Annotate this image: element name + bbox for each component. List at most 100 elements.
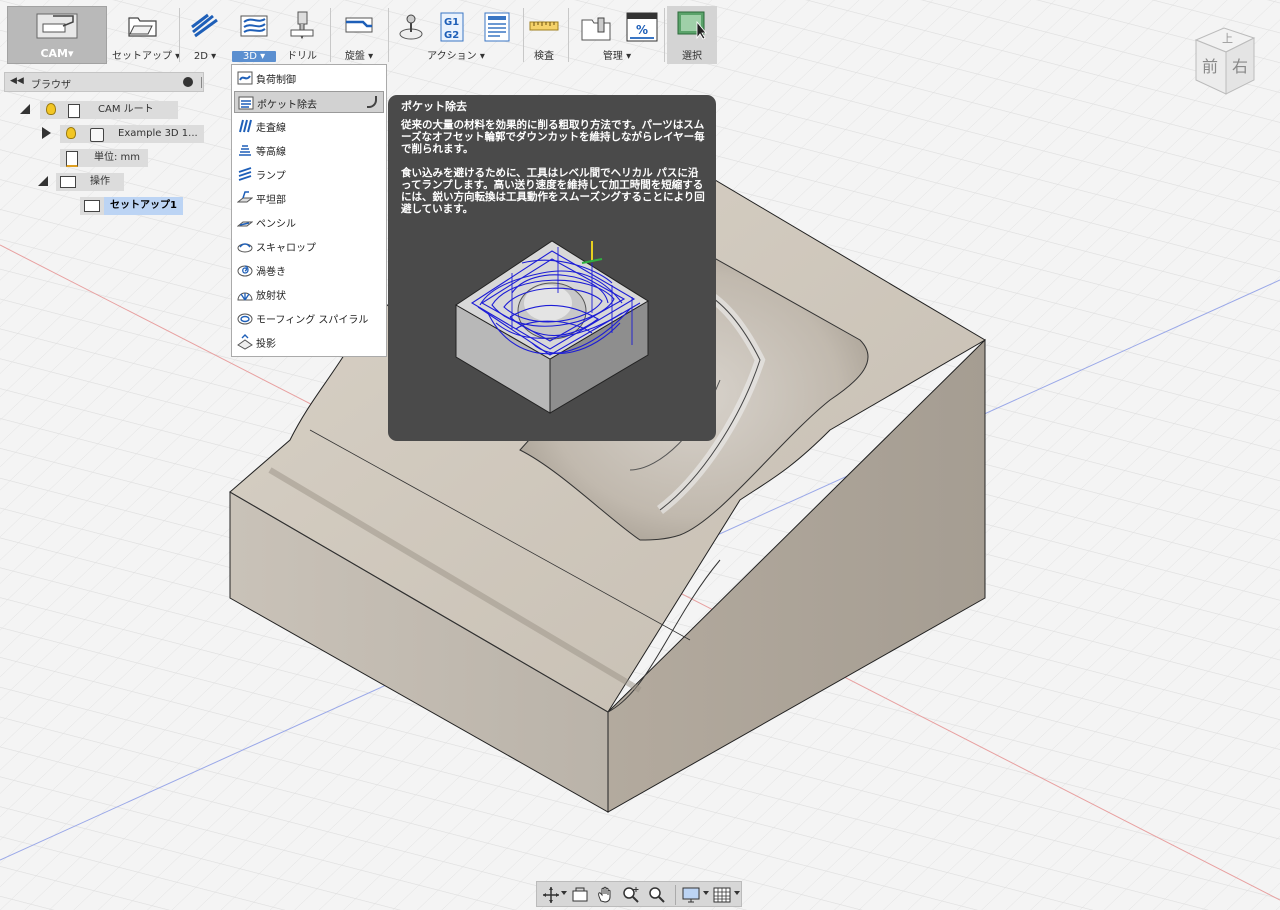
tree-node-cam-root[interactable]: CAM ルート — [20, 100, 190, 120]
collapse-triangle-icon[interactable] — [38, 176, 48, 186]
3d-label: 3D ▾ — [232, 51, 276, 62]
menu-item-radial[interactable]: 放射状 — [234, 283, 384, 305]
orbit-icon[interactable] — [541, 885, 561, 905]
simulate-joystick-icon — [399, 14, 423, 40]
3d-toolpath-icon — [240, 15, 268, 37]
viewcube-front-label: 前 — [1202, 57, 1218, 76]
select-cursor-icon — [677, 11, 707, 40]
cam-toolbar: CAM▾ セットアップ ▾ 2D ▾ 3D ▾ ドリル 旋盤 ▾ G1 G2 ア… — [0, 0, 720, 64]
look-at-icon[interactable] — [570, 885, 590, 905]
lathe-label: 旋盤 ▾ — [344, 51, 374, 62]
toolbar-divider — [568, 8, 569, 62]
menu-item-project[interactable]: 投影 — [234, 331, 384, 353]
expand-triangle-icon[interactable] — [42, 127, 51, 139]
pocket-toolpath-illustration — [455, 240, 649, 414]
tree-chip: 操作 — [56, 173, 124, 191]
toolbar-divider — [179, 8, 180, 62]
2d-menu-button[interactable]: 2D ▾ — [182, 6, 228, 64]
grid-settings-icon[interactable] — [712, 885, 732, 905]
post-process-gcode-icon: G1 G2 — [440, 12, 464, 42]
visibility-bulb-icon[interactable] — [66, 127, 76, 139]
tree-node-setup1[interactable]: セットアップ1 — [80, 196, 183, 216]
svg-text:%: % — [636, 23, 648, 37]
tree-label: 操作 — [90, 176, 110, 187]
menu-item-adaptive-clearing[interactable]: 負荷制御 — [234, 67, 384, 89]
actions-menu-button[interactable]: G1 G2 アクション ▾ — [392, 6, 520, 64]
menu-label: 投影 — [256, 339, 276, 350]
tree-chip: Example 3D 1... — [60, 125, 204, 143]
menu-item-ramp[interactable]: ランプ — [234, 163, 384, 185]
select-button[interactable]: 選択 — [667, 6, 717, 64]
tree-chip: 単位: mm — [60, 149, 148, 167]
svg-text:G1: G1 — [444, 17, 459, 28]
menu-item-pocket-clearing[interactable]: ポケット除去 — [234, 91, 384, 113]
viewport-navigation-bar — [536, 881, 742, 907]
menu-item-spiral[interactable]: 渦巻き — [234, 259, 384, 281]
browser-collapse-icon[interactable]: ◀◀ — [10, 76, 24, 86]
pocket-clearing-tooltip: ポケット除去 従来の大量の材料を効果的に削る粗取り方法です。パーツはスムーズなオ… — [388, 95, 716, 441]
menu-label: 放射状 — [256, 291, 286, 302]
manage-menu-button[interactable]: % 管理 ▾ — [572, 6, 662, 64]
tree-node-model[interactable]: Example 3D 1... — [40, 124, 210, 144]
select-label: 選択 — [682, 51, 702, 62]
toolbar-divider — [523, 8, 524, 62]
2d-label: 2D ▾ — [193, 51, 217, 62]
actions-label: アクション ▾ — [427, 51, 485, 62]
collapse-triangle-icon[interactable] — [20, 104, 30, 114]
horizontal-icon — [237, 191, 253, 203]
grid-dropdown-icon[interactable] — [734, 891, 740, 895]
cam-root-icon — [68, 104, 80, 118]
toolbar-divider — [330, 8, 331, 62]
2d-toolpath-icon — [191, 13, 218, 38]
setup-sheet-icon — [484, 12, 510, 42]
parallel-icon — [239, 119, 252, 133]
workspace-switcher-button[interactable]: CAM▾ — [7, 6, 107, 64]
toolbar-divider — [388, 8, 389, 62]
menu-label: ポケット除去 — [257, 100, 317, 111]
tree-label: CAM ルート — [98, 104, 154, 115]
viewcube-top-label: 上 — [1222, 32, 1233, 45]
tree-node-operations[interactable]: 操作 — [38, 172, 168, 192]
inspect-button[interactable]: 検査 — [526, 6, 562, 64]
display-dropdown-icon[interactable] — [703, 891, 709, 895]
menu-label: スキャロップ — [256, 243, 316, 254]
tooltip-paragraph: 食い込みを避けるために、工具はレベル間でヘリカル パスに沿ってランプします。高い… — [401, 167, 705, 215]
project-icon — [237, 334, 253, 350]
toolbar-divider — [664, 8, 665, 62]
menu-item-scallop[interactable]: スキャロップ — [234, 235, 384, 257]
3d-menu-button[interactable]: 3D ▾ — [230, 6, 278, 64]
menu-label: 負荷制御 — [256, 75, 296, 86]
zoom-icon[interactable] — [621, 885, 641, 905]
menu-item-parallel[interactable]: 走査線 — [234, 115, 384, 137]
menu-item-contour[interactable]: 等高線 — [234, 139, 384, 161]
post-library-icon: % — [626, 12, 658, 42]
tooltip-paragraph: 従来の大量の材料を効果的に削る粗取り方法です。パーツはスムーズなオフセット輪郭で… — [401, 119, 705, 155]
morphed-spiral-icon — [237, 313, 253, 325]
view-cube[interactable]: 上 前 右 — [1188, 22, 1264, 102]
menu-item-horizontal[interactable]: 平坦部 — [234, 187, 384, 209]
menu-item-pencil[interactable]: ペンシル — [234, 211, 384, 233]
tooltip-description: 従来の大量の材料を効果的に削る粗取り方法です。パーツはスムーズなオフセット輪郭で… — [401, 119, 705, 227]
browser-resize-grip[interactable] — [201, 77, 202, 88]
adaptive-clearing-icon — [237, 71, 253, 85]
orbit-dropdown-icon[interactable] — [561, 891, 567, 895]
tree-node-units[interactable]: 単位: mm — [60, 148, 190, 168]
display-settings-icon[interactable] — [681, 885, 701, 905]
drill-button[interactable]: ドリル — [280, 6, 324, 64]
browser-close-icon[interactable] — [183, 77, 193, 87]
setup-label: セットアップ ▾ — [112, 51, 181, 62]
menu-item-morphed-spiral[interactable]: モーフィング スパイラル — [234, 307, 384, 329]
visibility-bulb-icon[interactable] — [46, 103, 56, 115]
menu-label: ランプ — [256, 171, 286, 182]
fit-window-icon[interactable] — [647, 885, 667, 905]
lathe-menu-button[interactable]: 旋盤 ▾ — [334, 6, 384, 64]
setup-menu-button[interactable]: セットアップ ▾ — [112, 6, 181, 64]
tree-label-selected: セットアップ1 — [104, 197, 183, 215]
pan-hand-icon[interactable] — [595, 885, 615, 905]
radial-icon — [237, 292, 253, 301]
inspect-label: 検査 — [534, 51, 554, 62]
scallop-icon — [237, 243, 253, 253]
3d-strategy-dropdown: 負荷制御 ポケット除去 走査線 等高線 ランプ 平坦部 ペンシル スキャロップ … — [231, 64, 387, 357]
operations-folder-icon — [60, 176, 76, 188]
browser-panel-header[interactable]: ◀◀ ブラウザ — [4, 72, 204, 92]
